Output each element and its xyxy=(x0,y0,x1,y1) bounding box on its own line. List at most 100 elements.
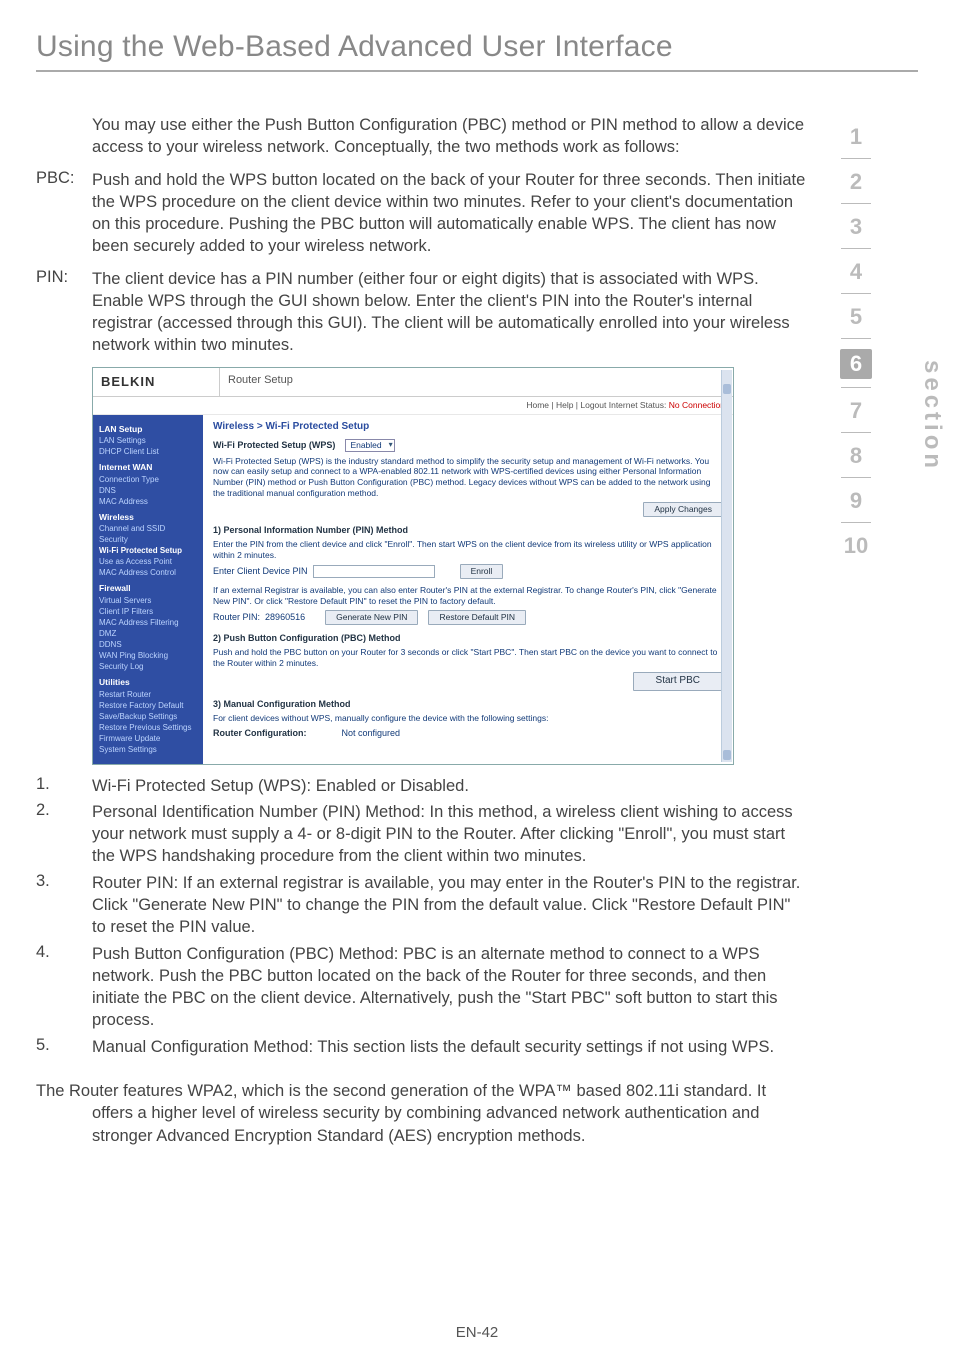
internet-status: No Connection xyxy=(669,400,725,410)
scroll-thumb-top[interactable] xyxy=(723,384,731,394)
list-item: 1. Wi-Fi Protected Setup (WPS): Enabled … xyxy=(36,775,806,797)
section-nav: 1 2 3 4 5 6 7 8 9 10 xyxy=(816,114,896,1147)
router-gui-screenshot: BELKIN Router Setup Home | Help | Logout… xyxy=(92,367,734,765)
nav-item[interactable]: System Settings xyxy=(99,745,197,755)
wps-select[interactable]: Enabled xyxy=(345,439,394,452)
section-divider xyxy=(841,477,871,478)
start-pbc-button[interactable]: Start PBC xyxy=(633,672,723,691)
nav-item[interactable]: LAN Settings xyxy=(99,436,197,446)
nav-group: Utilities xyxy=(99,677,197,688)
gui-main: Wireless > Wi-Fi Protected Setup Wi-Fi P… xyxy=(203,415,733,764)
nav-item[interactable]: DDNS xyxy=(99,640,197,650)
nav-item[interactable]: Use as Access Point xyxy=(99,557,197,567)
section-divider xyxy=(841,203,871,204)
section-number[interactable]: 7 xyxy=(850,398,862,424)
nav-group: Wireless xyxy=(99,512,197,523)
router-pin-row: Router PIN: 28960516 Generate New PIN Re… xyxy=(213,610,723,625)
closing-wrap: The Router features WPA2, which is the s… xyxy=(36,1080,806,1147)
section-number[interactable]: 1 xyxy=(850,124,862,150)
section-number[interactable]: 3 xyxy=(850,214,862,240)
list-text: Router PIN: If an external registrar is … xyxy=(92,872,806,939)
router-config-row: Router Configuration: Not configured xyxy=(213,728,723,739)
client-pin-input[interactable] xyxy=(313,565,435,578)
section-3-heading: 3) Manual Configuration Method xyxy=(213,699,723,710)
router-config-value: Not configured xyxy=(342,728,401,738)
enroll-button[interactable]: Enroll xyxy=(460,564,504,579)
nav-item[interactable]: Restore Factory Default xyxy=(99,701,197,711)
page-title: Using the Web-Based Advanced User Interf… xyxy=(36,30,918,64)
nav-item[interactable]: DNS xyxy=(99,486,197,496)
brand-logo: BELKIN xyxy=(93,368,220,396)
section-divider xyxy=(841,158,871,159)
section-number[interactable]: 9 xyxy=(850,488,862,514)
list-text: Personal Identification Number (PIN) Met… xyxy=(92,801,806,868)
section-number-active[interactable]: 6 xyxy=(840,349,872,379)
nav-item[interactable]: DMZ xyxy=(99,629,197,639)
section-divider xyxy=(841,293,871,294)
apply-changes-button[interactable]: Apply Changes xyxy=(643,502,723,517)
body-area: You may use either the Push Button Confi… xyxy=(36,114,918,1147)
client-pin-row: Enter Client Device PIN Enroll xyxy=(213,564,723,579)
wps-description: Wi-Fi Protected Setup (WPS) is the indus… xyxy=(213,456,723,499)
nav-item-active[interactable]: Wi-Fi Protected Setup xyxy=(99,546,197,556)
section-3-desc: For client devices without WPS, manually… xyxy=(213,713,723,724)
start-pbc-row: Start PBC xyxy=(213,672,723,691)
nav-group: Internet WAN xyxy=(99,462,197,473)
section-divider xyxy=(841,248,871,249)
numbered-list: 1. Wi-Fi Protected Setup (WPS): Enabled … xyxy=(36,775,806,1058)
nav-group: LAN Setup xyxy=(99,424,197,435)
pin-label: PIN: xyxy=(36,268,92,357)
title-divider xyxy=(36,70,918,72)
nav-item[interactable]: Connection Type xyxy=(99,475,197,485)
pbc-block: PBC: Push and hold the WPS button locate… xyxy=(36,169,806,258)
apply-row: Apply Changes xyxy=(213,502,723,517)
gui-header: BELKIN Router Setup xyxy=(93,368,733,397)
restore-pin-button[interactable]: Restore Default PIN xyxy=(428,610,526,625)
pbc-text: Push and hold the WPS button located on … xyxy=(92,169,806,258)
section-number[interactable]: 4 xyxy=(850,259,862,285)
nav-item[interactable]: Firmware Update xyxy=(99,734,197,744)
list-item: 4. Push Button Configuration (PBC) Metho… xyxy=(36,943,806,1032)
section-1-desc: Enter the PIN from the client device and… xyxy=(213,539,723,560)
router-pin-value: 28960516 xyxy=(265,612,305,622)
section-number[interactable]: 10 xyxy=(844,533,868,559)
scroll-thumb-bottom[interactable] xyxy=(723,750,731,760)
section-side-label: section xyxy=(918,360,946,472)
nav-item[interactable]: Virtual Servers xyxy=(99,596,197,606)
nav-item[interactable]: DHCP Client List xyxy=(99,447,197,457)
list-text: Push Button Configuration (PBC) Method: … xyxy=(92,943,806,1032)
nav-item[interactable]: Restart Router xyxy=(99,690,197,700)
nav-item[interactable]: Channel and SSID xyxy=(99,524,197,534)
section-divider xyxy=(841,387,871,388)
nav-item[interactable]: Security Log xyxy=(99,662,197,672)
generate-pin-button[interactable]: Generate New PIN xyxy=(325,610,418,625)
page-footer: EN-42 xyxy=(0,1324,954,1341)
nav-item[interactable]: Save/Backup Settings xyxy=(99,712,197,722)
nav-item[interactable]: MAC Address xyxy=(99,497,197,507)
gui-topbar: Home | Help | Logout Internet Status: No… xyxy=(93,397,733,415)
nav-item[interactable]: MAC Address Control xyxy=(99,568,197,578)
section-divider xyxy=(841,338,871,339)
section-number[interactable]: 8 xyxy=(850,443,862,469)
pin-text: The client device has a PIN number (eith… xyxy=(92,268,806,357)
section-1-heading: 1) Personal Information Number (PIN) Met… xyxy=(213,525,723,536)
scrollbar[interactable] xyxy=(721,370,732,762)
list-number: 2. xyxy=(36,801,92,868)
section-number[interactable]: 2 xyxy=(850,169,862,195)
registrar-desc: If an external Registrar is available, y… xyxy=(213,585,723,606)
nav-group: Firewall xyxy=(99,583,197,594)
list-item: 2. Personal Identification Number (PIN) … xyxy=(36,801,806,868)
intro-paragraph: You may use either the Push Button Confi… xyxy=(92,114,806,159)
list-text: Wi-Fi Protected Setup (WPS): Enabled or … xyxy=(92,775,806,797)
nav-item[interactable]: MAC Address Filtering xyxy=(99,618,197,628)
nav-item[interactable]: Client IP Filters xyxy=(99,607,197,617)
topbar-links[interactable]: Home | Help | Logout Internet Status: xyxy=(526,400,666,410)
nav-item[interactable]: Restore Previous Settings xyxy=(99,723,197,733)
breadcrumb: Wireless > Wi-Fi Protected Setup xyxy=(213,421,723,434)
nav-item[interactable]: WAN Ping Blocking xyxy=(99,651,197,661)
list-number: 3. xyxy=(36,872,92,939)
document-page: Using the Web-Based Advanced User Interf… xyxy=(0,0,954,1363)
nav-item[interactable]: Security xyxy=(99,535,197,545)
section-number[interactable]: 5 xyxy=(850,304,862,330)
content-column: You may use either the Push Button Confi… xyxy=(36,114,816,1147)
